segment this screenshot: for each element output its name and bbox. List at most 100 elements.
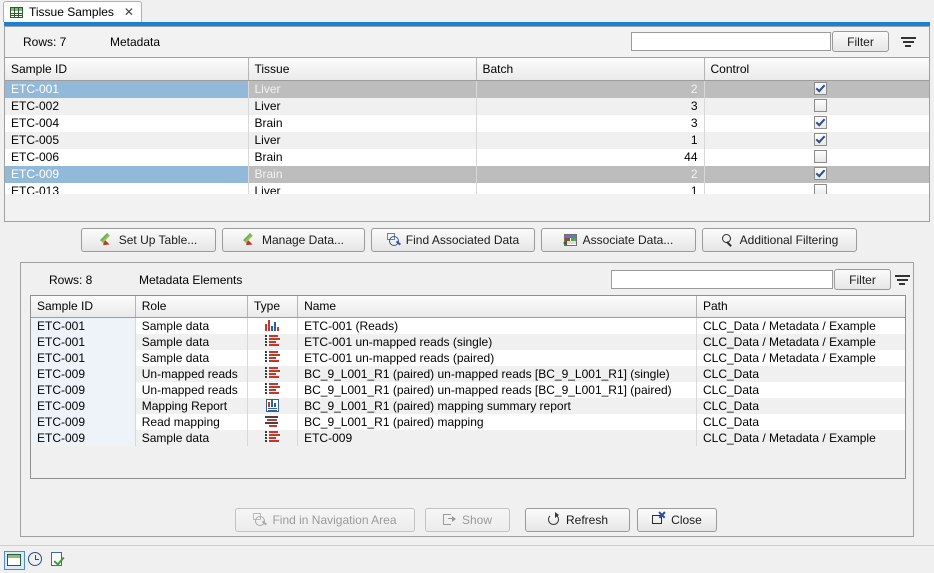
close-button[interactable]: Close bbox=[637, 508, 717, 532]
list-icon bbox=[265, 367, 280, 380]
list-icon bbox=[265, 431, 280, 444]
checkbox-checked[interactable] bbox=[814, 116, 827, 129]
cell-batch: 3 bbox=[476, 98, 704, 115]
table-row[interactable]: ETC-006Brain44 bbox=[5, 149, 929, 166]
column-header-control[interactable]: Control bbox=[704, 58, 929, 80]
cell-sample-id: ETC-004 bbox=[5, 115, 248, 132]
cell-role: Sample data bbox=[135, 334, 247, 350]
column-header-tissue[interactable]: Tissue bbox=[248, 58, 476, 80]
refresh-button[interactable]: Refresh bbox=[525, 508, 630, 532]
column-header-path[interactable]: Path bbox=[697, 296, 906, 317]
cell-sample-id: ETC-005 bbox=[5, 132, 248, 149]
list-icon bbox=[265, 351, 280, 364]
column-header-sample-id[interactable]: Sample ID bbox=[5, 58, 248, 80]
refresh-icon bbox=[547, 513, 561, 527]
table-row[interactable]: ETC-009Un-mapped readsBC_9_L001_R1 (pair… bbox=[31, 382, 905, 398]
metadata-elements-toolbar: Rows: 8 Metadata Elements Filter bbox=[21, 263, 913, 295]
cell-control bbox=[704, 80, 929, 98]
manage-data-button[interactable]: Manage Data... bbox=[222, 228, 365, 252]
set-up-table-label: Set Up Table... bbox=[119, 233, 198, 247]
cell-control bbox=[704, 132, 929, 149]
table-row[interactable]: ETC-009Un-mapped readsBC_9_L001_R1 (pair… bbox=[31, 366, 905, 382]
table-row[interactable]: ETC-009Brain2 bbox=[5, 166, 929, 183]
checkbox-unchecked[interactable] bbox=[814, 184, 827, 195]
cell-sample-id: ETC-009 bbox=[31, 382, 135, 398]
table-row[interactable]: ETC-001Sample dataETC-001 (Reads)CLC_Dat… bbox=[31, 317, 905, 334]
cell-control bbox=[704, 183, 929, 195]
column-header-type[interactable]: Type bbox=[247, 296, 297, 317]
metadata-table-view: Tissue Samples ✕ Rows: 7 Metadata Filter… bbox=[0, 0, 934, 573]
cell-sample-id: ETC-006 bbox=[5, 149, 248, 166]
checkbox-checked[interactable] bbox=[814, 82, 827, 95]
table-row[interactable]: ETC-009Mapping ReportBC_9_L001_R1 (paire… bbox=[31, 398, 905, 414]
cell-role: Sample data bbox=[135, 430, 247, 446]
close-label: Close bbox=[671, 513, 702, 527]
column-header-role[interactable]: Role bbox=[135, 296, 247, 317]
table-row[interactable]: ETC-001Sample data ETC-001 un-mapped read… bbox=[31, 334, 905, 350]
close-icon bbox=[652, 513, 666, 527]
cell-name: BC_9_L001_R1 (paired) mapping summary re… bbox=[298, 398, 697, 414]
associate-data-button[interactable]: Associate Data... bbox=[541, 228, 696, 252]
cell-name: ETC-009 bbox=[298, 430, 697, 446]
close-icon[interactable]: ✕ bbox=[124, 6, 134, 18]
table-row[interactable]: ETC-009Read mappingBC_9_L001_R1 (paired)… bbox=[31, 414, 905, 430]
cell-control bbox=[704, 98, 929, 115]
table-row[interactable]: ETC-005Liver1 bbox=[5, 132, 929, 149]
pencil-icon bbox=[100, 233, 114, 247]
find-associated-data-label: Find Associated Data bbox=[406, 233, 519, 247]
tab-tissue-samples[interactable]: Tissue Samples ✕ bbox=[3, 1, 142, 22]
cell-name: ETC-001 (Reads) bbox=[298, 317, 697, 334]
cell-tissue: Brain bbox=[248, 166, 476, 183]
cell-sample-id: ETC-001 bbox=[5, 80, 248, 98]
checkbox-checked[interactable] bbox=[814, 133, 827, 146]
cell-type bbox=[247, 414, 297, 430]
tab-label: Tissue Samples bbox=[29, 5, 114, 19]
metadata-elements-filter-input[interactable] bbox=[611, 270, 833, 289]
show-icon bbox=[443, 513, 457, 527]
table-view-icon[interactable] bbox=[4, 551, 25, 570]
associate-data-label: Associate Data... bbox=[583, 233, 674, 247]
checkbox-checked[interactable] bbox=[814, 167, 827, 180]
list-icon bbox=[265, 335, 280, 348]
checkbox-unchecked[interactable] bbox=[814, 150, 827, 163]
cell-name: BC_9_L001_R1 (paired) mapping bbox=[298, 414, 697, 430]
cell-name: BC_9_L001_R1 (paired) un-mapped reads [B… bbox=[298, 382, 697, 398]
history-icon[interactable] bbox=[26, 551, 45, 568]
table-row[interactable]: ETC-009Sample dataETC-009CLC_Data / Meta… bbox=[31, 430, 905, 446]
mapping-icon bbox=[265, 415, 280, 428]
metadata-action-buttons: Set Up Table... Manage Data... Find Asso… bbox=[4, 228, 930, 254]
find-in-navigation-area-button[interactable]: Find in Navigation Area bbox=[235, 508, 415, 532]
table-row[interactable]: ETC-002Liver3 bbox=[5, 98, 929, 115]
column-header-name[interactable]: Name bbox=[298, 296, 697, 317]
magnifier-key-icon bbox=[721, 233, 735, 247]
filter-options-icon[interactable] bbox=[891, 270, 913, 290]
metadata-elements-table-header: Sample ID Role Type Name Path bbox=[31, 296, 905, 317]
table-row[interactable]: ETC-013Liver1 bbox=[5, 183, 929, 195]
cell-path: CLC_Data bbox=[697, 398, 906, 414]
table-row[interactable]: ETC-004Brain3 bbox=[5, 115, 929, 132]
cell-name: ETC-001 un-mapped reads (single) bbox=[298, 334, 697, 350]
set-up-table-button[interactable]: Set Up Table... bbox=[81, 228, 216, 252]
cell-sample-id: ETC-001 bbox=[31, 350, 135, 366]
metadata-filter-input[interactable] bbox=[631, 32, 831, 51]
checkbox-unchecked[interactable] bbox=[814, 99, 827, 112]
element-info-icon[interactable] bbox=[48, 551, 67, 568]
table-row[interactable]: ETC-001Liver2 bbox=[5, 80, 929, 98]
filter-options-icon[interactable] bbox=[897, 32, 919, 52]
cell-type bbox=[247, 334, 297, 350]
column-header-batch[interactable]: Batch bbox=[476, 58, 704, 80]
metadata-section-label: Metadata bbox=[110, 35, 160, 49]
find-associated-data-button[interactable]: Find Associated Data bbox=[371, 228, 535, 252]
column-header-sample-id[interactable]: Sample ID bbox=[31, 296, 135, 317]
additional-filtering-button[interactable]: Additional Filtering bbox=[702, 228, 857, 252]
cell-path: CLC_Data / Metadata / Example bbox=[697, 334, 906, 350]
cell-sample-id: ETC-001 bbox=[31, 334, 135, 350]
metadata-elements-section-label: Metadata Elements bbox=[139, 273, 242, 287]
status-bar bbox=[0, 545, 934, 573]
table-row[interactable]: ETC-001Sample dataETC-001 un-mapped read… bbox=[31, 350, 905, 366]
cell-control bbox=[704, 115, 929, 132]
metadata-elements-filter-button[interactable]: Filter bbox=[834, 269, 891, 290]
metadata-filter-button[interactable]: Filter bbox=[832, 31, 889, 52]
show-button[interactable]: Show bbox=[425, 508, 510, 532]
cell-tissue: Liver bbox=[248, 80, 476, 98]
